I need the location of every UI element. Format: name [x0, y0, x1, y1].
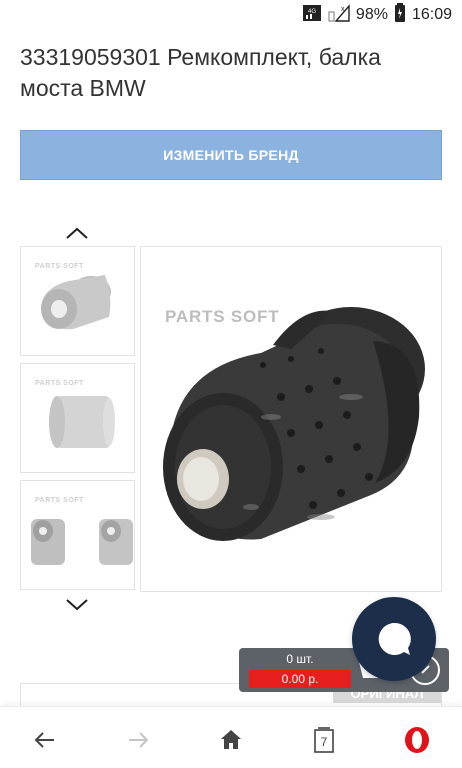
forward-button[interactable]: [123, 725, 153, 755]
thumbnail-watermark: PARTS SOFT: [35, 497, 84, 504]
tabs-button[interactable]: 7: [309, 725, 339, 755]
signal-icon: x: [328, 3, 350, 28]
change-brand-button[interactable]: ИЗМЕНИТЬ БРЕНД: [20, 130, 442, 180]
network-4g-icon: 4G: [302, 3, 322, 28]
chevron-up-icon: [66, 227, 88, 239]
home-button[interactable]: [216, 725, 246, 755]
opera-menu-button[interactable]: [402, 725, 432, 755]
arrow-right-icon: [129, 732, 149, 748]
thumbnail-2[interactable]: PARTS SOFT: [20, 363, 135, 473]
bushing-photo: [163, 307, 425, 541]
clock: 16:09: [411, 6, 452, 23]
thumbnail-watermark: PARTS SOFT: [35, 263, 84, 270]
cart-quantity: 0 шт.: [286, 652, 314, 666]
back-button[interactable]: [30, 725, 60, 755]
image-watermark: PARTS SOFT: [165, 307, 280, 326]
thumbnails-up-button[interactable]: [64, 225, 90, 241]
status-icons: 4G x 98% 16:09: [302, 2, 452, 28]
thumbnail-3[interactable]: PARTS SOFT: [20, 480, 135, 590]
cart-total: 0.00 р.: [249, 670, 351, 688]
tabs-icon: 7: [314, 727, 334, 753]
svg-text:x: x: [341, 6, 345, 13]
arrow-left-icon: [34, 732, 54, 748]
chat-bubble-icon: [378, 622, 411, 655]
thumbnails-down-button[interactable]: [64, 597, 90, 613]
main-product-image[interactable]: PARTS SOFT: [140, 246, 442, 592]
battery-percent: 98%: [355, 6, 388, 23]
opera-logo-icon: [405, 727, 429, 753]
thumbnail-watermark: PARTS SOFT: [35, 380, 84, 387]
home-icon: [221, 730, 241, 749]
page-title: 33319059301 Ремкомплект, балка моста BMW: [20, 44, 381, 101]
status-bar: 4G x 98% 16:09: [0, 0, 462, 30]
thumbnail-1[interactable]: PARTS SOFT: [20, 246, 135, 356]
svg-text:4G: 4G: [308, 9, 316, 15]
browser-nav-bar: 7: [0, 706, 462, 768]
tabs-count: 7: [321, 735, 328, 749]
battery-icon: [394, 2, 406, 28]
chevron-down-icon: [66, 599, 88, 611]
chat-button[interactable]: [352, 597, 436, 681]
